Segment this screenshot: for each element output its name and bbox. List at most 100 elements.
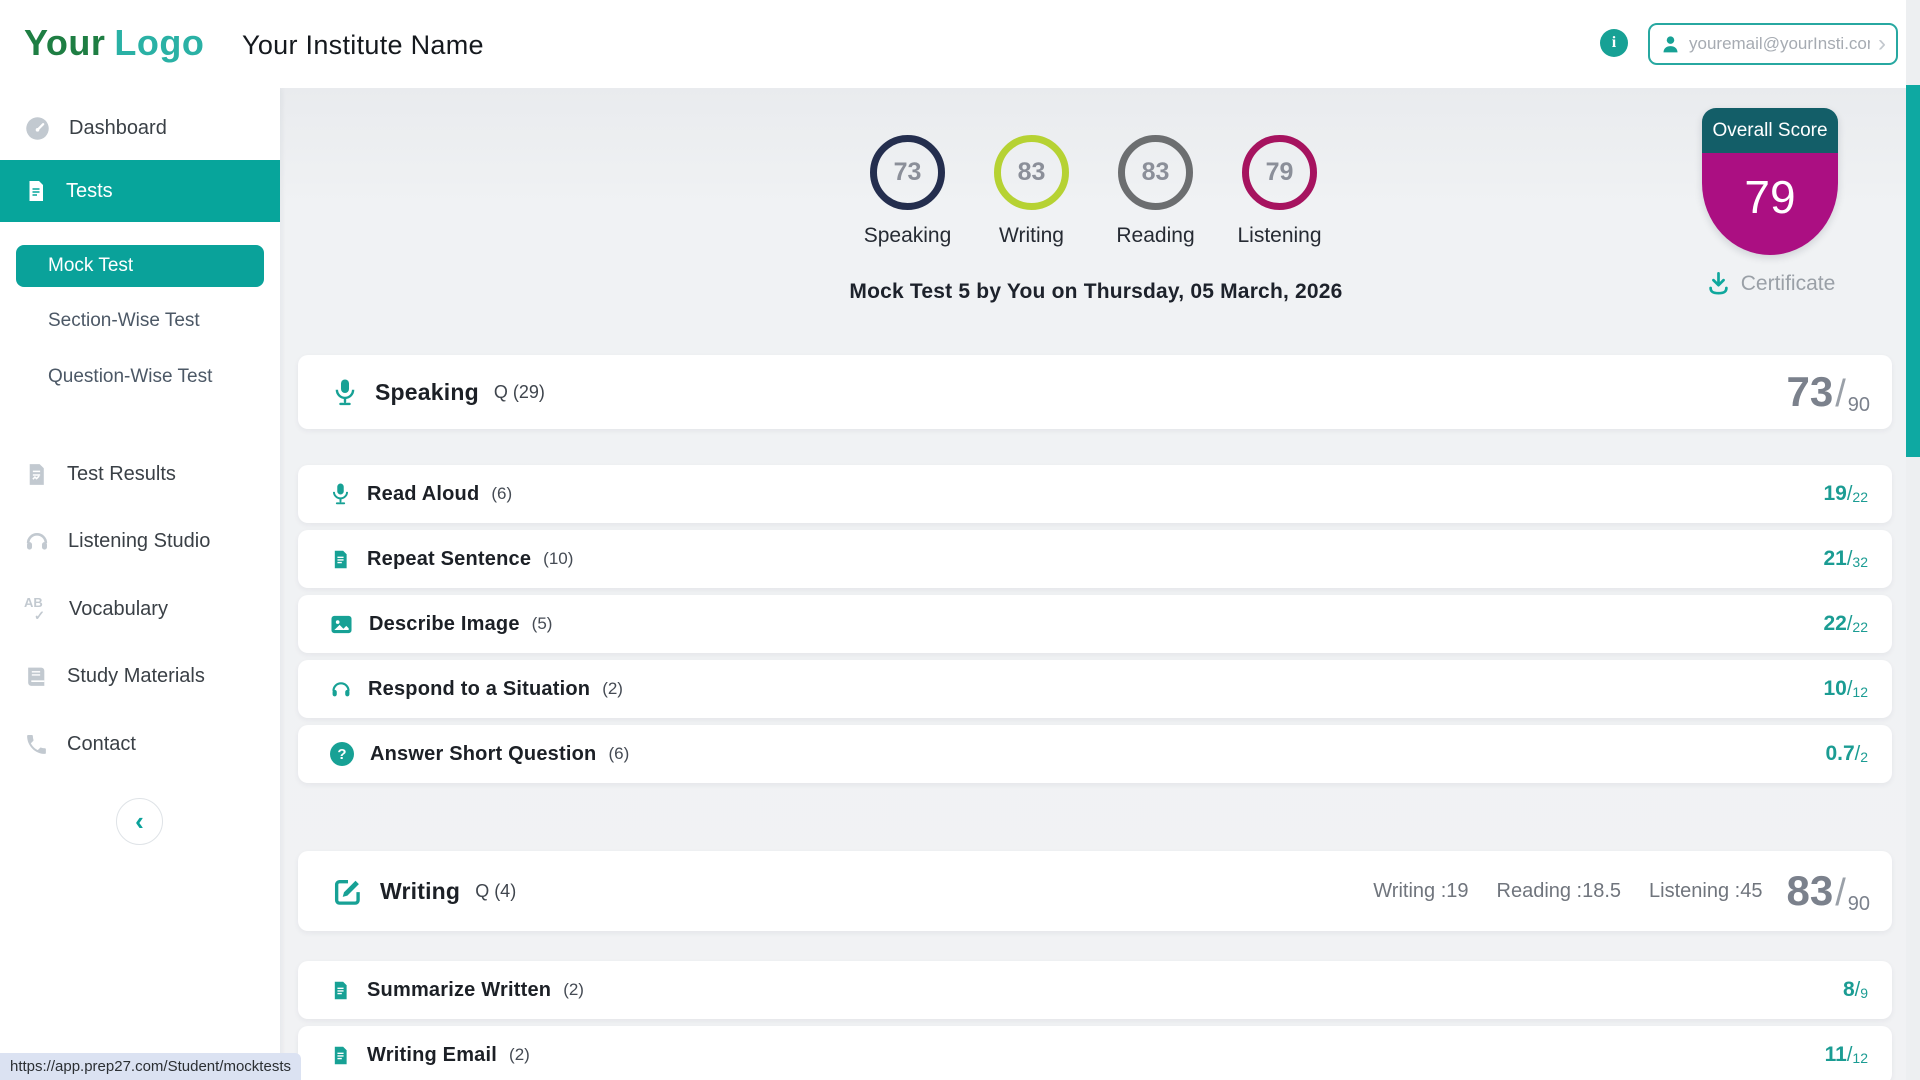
document-icon: [330, 1045, 351, 1066]
status-url: https://app.prep27.com/Student/mocktests: [10, 1058, 291, 1075]
score-value: 83: [994, 135, 1069, 210]
score-value: 73: [870, 135, 945, 210]
section-header-writing[interactable]: Writing Q (4) Writing :19 Reading :18.5 …: [298, 851, 1892, 931]
chevron-left-icon: ‹: [135, 806, 144, 837]
subitem-label: Question-Wise Test: [48, 366, 212, 388]
sidebar-item-label: Test Results: [67, 463, 176, 486]
row-count: (6): [608, 744, 629, 764]
score-circle-listening: 79 Listening: [1242, 135, 1317, 248]
section-score: 83 / 90: [1786, 867, 1870, 915]
document-icon: [330, 549, 351, 570]
sidebar-subitem-section-wise-test[interactable]: Section-Wise Test: [16, 300, 264, 342]
sidebar-item-label: Contact: [67, 733, 136, 756]
user-email: youremail@yourInsti.com: [1689, 34, 1870, 54]
row-read-aloud[interactable]: Read Aloud (6) 19 / 22: [298, 465, 1892, 523]
user-account-menu[interactable]: youremail@yourInsti.com ›: [1648, 23, 1898, 65]
institute-name: Your Institute Name: [242, 30, 484, 61]
row-respond-to-situation[interactable]: Respond to a Situation (2) 10 / 12: [298, 660, 1892, 718]
row-label: Writing Email: [367, 1044, 497, 1067]
row-label: Summarize Written: [367, 979, 551, 1002]
subitem-label: Mock Test: [48, 255, 133, 277]
sidebar-item-label: Tests: [66, 180, 113, 203]
overall-score-value: 79: [1702, 153, 1838, 255]
row-answer-short-question[interactable]: ? Answer Short Question (6) 0.7 / 2: [298, 725, 1892, 783]
section-name: Speaking: [375, 379, 479, 406]
page-scrollbar[interactable]: [1906, 0, 1920, 1080]
row-writing-email[interactable]: Writing Email (2) 11 / 12: [298, 1026, 1892, 1080]
row-label: Repeat Sentence: [367, 548, 531, 571]
scrollbar-thumb[interactable]: [1906, 85, 1920, 457]
sidebar-subitem-question-wise-test[interactable]: Question-Wise Test: [16, 356, 264, 398]
score-value: 79: [1242, 135, 1317, 210]
breakdown-listening: Listening :45: [1649, 880, 1762, 903]
app-logo[interactable]: YourLogo: [24, 22, 204, 64]
document-icon: [330, 980, 351, 1001]
browser-status-bar: https://app.prep27.com/Student/mocktests: [0, 1053, 301, 1080]
overall-score-badge: Overall Score 79: [1702, 108, 1838, 255]
sidebar-item-vocabulary[interactable]: AB ✓ Vocabulary: [0, 587, 280, 631]
top-header: YourLogo Your Institute Name i youremail…: [0, 0, 1920, 88]
score-label: Speaking: [864, 224, 952, 248]
overall-score-title: Overall Score: [1702, 108, 1838, 153]
section-question-count: Q (29): [494, 382, 545, 403]
row-count: (2): [602, 679, 623, 699]
question-icon: ?: [330, 742, 354, 766]
info-icon[interactable]: i: [1600, 29, 1628, 57]
sidebar-item-dashboard[interactable]: Dashboard: [0, 106, 280, 150]
sidebar-collapse-button[interactable]: ‹: [116, 798, 163, 845]
score-circle-speaking: 73 Speaking: [870, 135, 945, 248]
download-icon: [1705, 270, 1732, 297]
app-window: YourLogo Your Institute Name i youremail…: [0, 0, 1920, 1080]
section-score: 73 / 90: [1786, 368, 1870, 416]
row-count: (2): [563, 980, 584, 1000]
user-avatar-icon: [1660, 34, 1681, 55]
subitem-label: Section-Wise Test: [48, 310, 200, 332]
row-score: 21 / 32: [1824, 547, 1869, 571]
microphone-icon: [330, 482, 351, 506]
section-header-speaking[interactable]: Speaking Q (29) 73 / 90: [298, 355, 1892, 429]
score-label: Writing: [999, 224, 1064, 248]
breakdown-reading: Reading :18.5: [1497, 880, 1622, 903]
row-describe-image[interactable]: Describe Image (5) 22 / 22: [298, 595, 1892, 653]
sidebar-item-tests[interactable]: Tests: [0, 160, 280, 222]
row-score: 19 / 22: [1824, 482, 1869, 506]
sidebar-item-test-results[interactable]: Test Results: [0, 452, 280, 496]
headphones-icon: [24, 528, 50, 554]
test-title-line: Mock Test 5 by You on Thursday, 05 March…: [696, 280, 1496, 304]
chevron-right-icon: ›: [1878, 32, 1886, 56]
book-icon: [24, 664, 49, 689]
score-label: Listening: [1237, 224, 1321, 248]
main-content: 73 Speaking 83 Writing 83 Reading 79 Lis…: [280, 88, 1920, 1080]
section-name: Writing: [380, 878, 460, 905]
row-label: Describe Image: [369, 613, 520, 636]
report-icon: [24, 462, 49, 487]
row-summarize-written[interactable]: Summarize Written (2) 8 / 9: [298, 961, 1892, 1019]
section-question-count: Q (4): [475, 881, 516, 902]
sidebar-subitem-mock-test[interactable]: Mock Test: [16, 245, 264, 287]
phone-icon: [24, 732, 49, 757]
row-score: 0.7 / 2: [1825, 742, 1868, 766]
score-circle-writing: 83 Writing: [994, 135, 1069, 248]
sidebar-item-listening-studio[interactable]: Listening Studio: [0, 519, 280, 563]
logo-part2: Logo: [114, 22, 204, 63]
sidebar-item-contact[interactable]: Contact: [0, 722, 280, 766]
breakdown-writing: Writing :19: [1373, 880, 1468, 903]
row-count: (5): [532, 614, 553, 634]
score-label: Reading: [1116, 224, 1194, 248]
row-score: 8 / 9: [1843, 978, 1868, 1002]
row-label: Answer Short Question: [370, 743, 596, 766]
sidebar-item-label: Vocabulary: [69, 598, 168, 621]
row-repeat-sentence[interactable]: Repeat Sentence (10) 21 / 32: [298, 530, 1892, 588]
vocabulary-icon: AB ✓: [24, 597, 51, 622]
sidebar-item-label: Dashboard: [69, 117, 167, 140]
row-label: Read Aloud: [367, 483, 479, 506]
document-icon: [24, 179, 48, 203]
certificate-button[interactable]: Certificate: [1688, 270, 1852, 297]
headphones-icon: [330, 678, 352, 700]
sidebar-item-label: Listening Studio: [68, 530, 210, 553]
gauge-icon: [24, 115, 51, 142]
sidebar-item-study-materials[interactable]: Study Materials: [0, 654, 280, 698]
score-breakdown: Writing :19 Reading :18.5 Listening :45: [1373, 880, 1762, 903]
score-circle-reading: 83 Reading: [1118, 135, 1193, 248]
edit-icon: [332, 876, 363, 907]
